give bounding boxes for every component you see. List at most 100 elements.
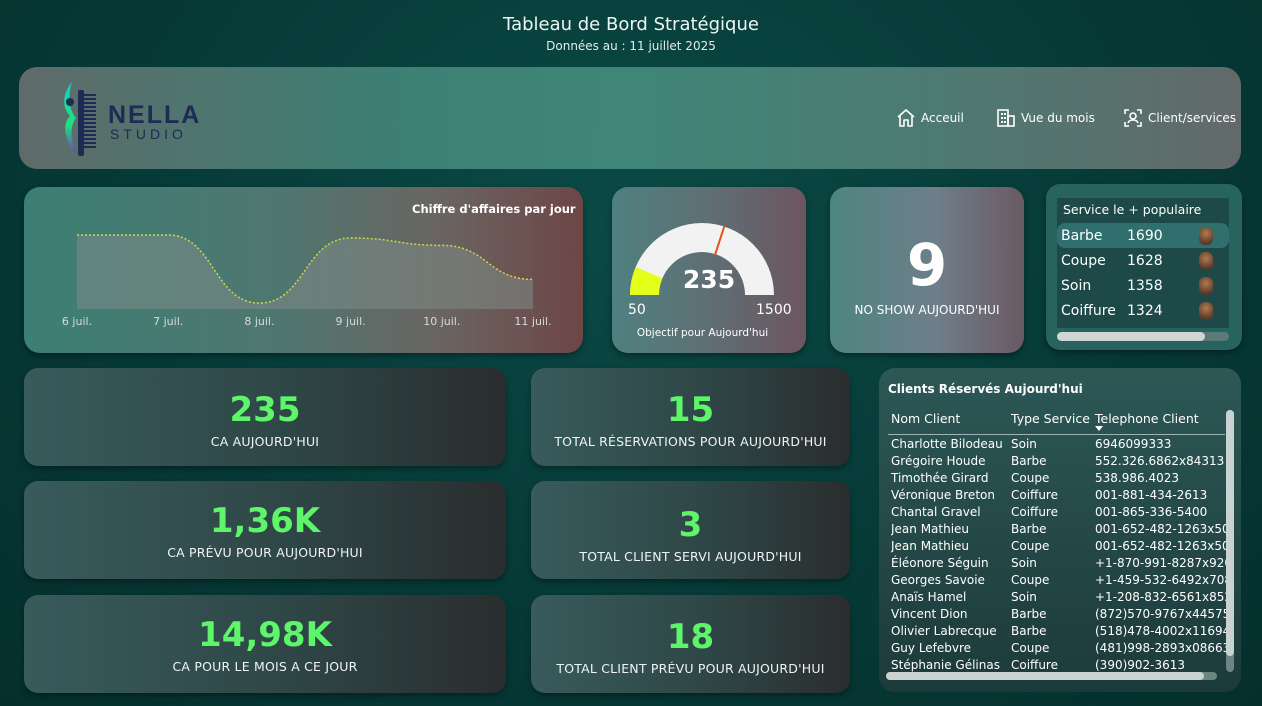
service-type-cell: Barbe [1011, 607, 1047, 621]
service-name: Coiffure [1061, 302, 1116, 319]
nav-month-label: Vue du mois [1021, 111, 1095, 125]
phone-cell: +1-459-532-6492x708 [1095, 573, 1227, 587]
data-date: Données au : 11 juillet 2025 [546, 39, 716, 53]
table-row[interactable]: Stéphanie Gélinas Coiffure (390)902-3613 [891, 657, 1227, 672]
sort-desc-icon[interactable] [1095, 426, 1103, 431]
page-title: Tableau de Bord Stratégique [503, 14, 759, 35]
phone-cell: 001-865-336-5400 [1095, 505, 1208, 519]
home-icon [897, 109, 915, 127]
table-hscroll-track[interactable] [886, 672, 1217, 680]
col-header-phone[interactable]: Telephone Client [1095, 411, 1199, 426]
kpi-label: CA PRÉVU POUR AUJOURD'HUI [167, 545, 363, 560]
table-row[interactable]: Charlotte Bilodeau Soin 6946099333 [891, 436, 1227, 453]
popular-row[interactable]: Coiffure 1324 [1057, 298, 1229, 323]
popular-scrollbar-thumb[interactable] [1057, 332, 1205, 341]
kpi-reservations-today: 15 TOTAL RÉSERVATIONS POUR AUJOURD'HUI [531, 368, 850, 466]
nav-home-label: Acceuil [921, 111, 964, 125]
header-divider [888, 434, 1225, 435]
kpi-value: 1,36K [209, 501, 321, 541]
popular-scrollbar-track[interactable] [1057, 332, 1229, 341]
col-header-service[interactable]: Type Service [1011, 411, 1090, 426]
table-row[interactable]: Guy Lefebvre Coupe (481)998-2893x08663 [891, 640, 1227, 657]
service-count: 1324 [1127, 302, 1163, 319]
user-scan-icon [1124, 109, 1142, 127]
phone-cell: 538.986.4023 [1095, 471, 1179, 485]
table-row[interactable]: Éléonore Séguin Soin +1-870-991-8287x920 [891, 555, 1227, 572]
nav-home-button[interactable]: Acceuil [896, 106, 964, 130]
table-vscroll-track[interactable] [1226, 410, 1234, 672]
phone-cell: 552.326.6862x84313 [1095, 454, 1225, 468]
noshow-label: NO SHOW AUJOURD'HUI [854, 303, 1000, 317]
client-name-cell: Véronique Breton [891, 488, 995, 502]
gauge-value: 235 [682, 265, 736, 294]
client-name-cell: Vincent Dion [891, 607, 968, 621]
phone-cell: 6946099333 [1095, 437, 1172, 451]
gauge-max: 1500 [756, 302, 792, 318]
service-type-cell: Coiffure [1011, 658, 1058, 672]
data-point-6-juil-[interactable] [75, 233, 79, 237]
phone-cell: 001-881-434-2613 [1095, 488, 1208, 502]
service-type-cell: Barbe [1011, 454, 1047, 468]
table-row[interactable]: Grégoire Houde Barbe 552.326.6862x84313 [891, 453, 1227, 470]
kpi-label: CA POUR LE MOIS A CE JOUR [172, 659, 358, 674]
nav-clients-label: Client/services [1148, 111, 1237, 125]
client-name-cell: Chantal Gravel [891, 505, 981, 519]
service-type-cell: Coupe [1011, 471, 1050, 485]
data-point-10-juil-[interactable] [440, 243, 444, 247]
service-type-cell: Coiffure [1011, 505, 1058, 519]
col-header-name[interactable]: Nom Client [891, 411, 960, 426]
table-row[interactable]: Jean Mathieu Barbe 001-652-482-1263x50 [891, 521, 1227, 538]
service-count: 1690 [1127, 227, 1163, 244]
popular-row[interactable]: Coupe 1628 [1057, 248, 1229, 273]
data-point-9-juil-[interactable] [349, 236, 353, 240]
table-row[interactable]: Timothée Girard Coupe 538.986.4023 [891, 470, 1227, 487]
phone-cell: +1-208-832-6561x852 [1095, 590, 1227, 604]
popular-service-table: Service le + populaire Barbe 1690 Coupe … [1057, 198, 1229, 328]
data-point-8-juil-[interactable] [257, 301, 261, 305]
x-tick-label: 10 juil. [423, 315, 460, 328]
table-row[interactable]: Olivier Labrecque Barbe (518)478-4002x1169… [891, 623, 1227, 640]
person-thumbnail [1199, 251, 1213, 270]
person-thumbnail [1199, 301, 1213, 320]
nav-clients-button[interactable]: Client/services [1123, 106, 1236, 130]
kpi-ca-today: 235 CA AUJOURD'HUI [24, 368, 506, 466]
logo-subtext: STUDIO [110, 126, 187, 142]
kpi-clients-forecast: 18 TOTAL CLIENT PRÉVU POUR AUJOURD'HUI [531, 595, 850, 693]
service-type-cell: Coiffure [1011, 488, 1058, 502]
client-name-cell: Jean Mathieu [891, 522, 970, 536]
kpi-value: 3 [678, 505, 703, 545]
person-thumbnail [1199, 226, 1213, 245]
gauge-label: Objectif pour Aujourd'hui [636, 327, 769, 339]
clients-table-body: Charlotte Bilodeau Soin 6946099333 Grégoire… [891, 436, 1227, 672]
service-name: Coupe [1061, 252, 1106, 269]
x-tick-label: 7 juil. [153, 315, 183, 328]
x-tick-label: 11 juil. [514, 315, 551, 328]
service-count: 1358 [1127, 277, 1163, 294]
nav-month-button[interactable]: Vue du mois [996, 106, 1095, 130]
client-name-cell: Éléonore Séguin [891, 556, 989, 570]
noshow-value: 9 [906, 231, 948, 299]
client-name-cell: Timothée Girard [891, 471, 989, 485]
table-hscroll-thumb[interactable] [886, 672, 1204, 680]
data-point-11-juil-[interactable] [531, 277, 535, 281]
table-vscroll-thumb[interactable] [1226, 410, 1234, 656]
table-row[interactable]: Georges Savoie Coupe +1-459-532-6492x708 [891, 572, 1227, 589]
client-name-cell: Jean Mathieu [891, 539, 970, 553]
client-name-cell: Anaïs Hamel [891, 590, 967, 604]
table-row[interactable]: Véronique Breton Coiffure 001-881-434-2613 [891, 487, 1227, 504]
data-point-7-juil-[interactable] [166, 233, 170, 237]
table-row[interactable]: Jean Mathieu Coupe 001-652-482-1263x50 [891, 538, 1227, 555]
table-row[interactable]: Vincent Dion Barbe (872)570-9767x44575 [891, 606, 1227, 623]
revenue-area-chart: 6 juil. 7 juil. 8 juil. 9 juil. 10 juil. 11 j… [62, 233, 552, 328]
popular-row[interactable]: Soin 1358 [1057, 273, 1229, 298]
phone-cell: (872)570-9767x44575 [1095, 607, 1227, 621]
service-name: Soin [1061, 277, 1092, 294]
table-row[interactable]: Anaïs Hamel Soin +1-208-832-6561x852 [891, 589, 1227, 606]
kpi-label: TOTAL RÉSERVATIONS POUR AUJOURD'HUI [554, 434, 827, 449]
popular-row[interactable]: Barbe 1690 [1057, 223, 1229, 248]
table-row[interactable]: Chantal Gravel Coiffure 001-865-336-5400 [891, 504, 1227, 521]
kpi-label: CA AUJOURD'HUI [210, 434, 320, 449]
comb-icon [64, 82, 96, 156]
service-count: 1628 [1127, 252, 1163, 269]
client-name-cell: Stéphanie Gélinas [891, 658, 1000, 672]
